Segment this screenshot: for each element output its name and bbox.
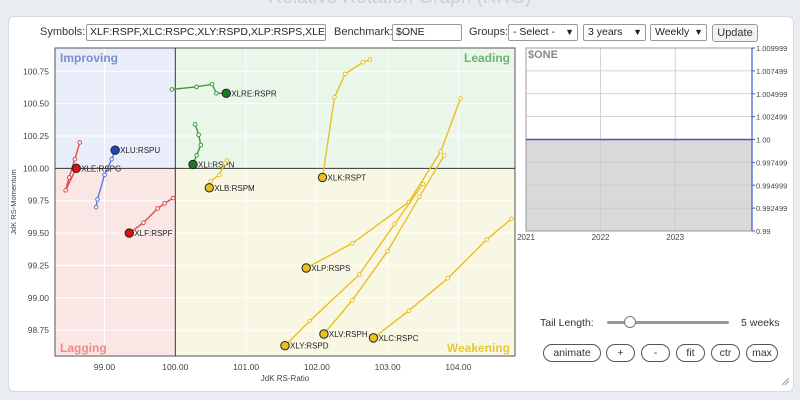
tail-point [406,308,412,314]
tail-point [385,248,390,254]
tail-label: XLF:RSPF [134,229,172,238]
tail-point [192,122,198,127]
tail-point [155,206,160,211]
tail-point [141,220,146,226]
tail-head-marker[interactable] [71,163,81,174]
tail-point [420,181,426,187]
tail-point [367,57,373,62]
tail-label: XLRE:RSPR [231,89,277,98]
tail-label: XLP:RSPS [311,264,350,273]
x-tick-label: 104.00 [445,362,471,372]
tail-label: XLI:RSPN [198,160,235,169]
y-tick-label: 100.00 [23,163,49,173]
tail-label: XLB:RSPM [214,184,255,193]
tail-head-marker[interactable] [301,263,311,273]
tail-head-marker[interactable] [204,183,214,193]
tail-head-marker[interactable] [280,340,290,351]
y-axis-label: JdK RS-Momentum [9,169,18,234]
tail-point [95,197,100,202]
tail-point [169,87,175,92]
resize-handle-icon[interactable] [780,376,790,386]
quadrant-label-weakening: Weakening [447,341,510,355]
quadrant-label-lagging: Lagging [60,341,107,355]
tail-point [307,318,313,324]
tail-point [196,132,201,138]
tail-point [66,175,72,180]
tail-point [93,204,99,210]
x-axis-label: JdK RS-Ratio [261,374,310,383]
tail-point [194,153,199,158]
tail-head-marker[interactable] [368,333,379,343]
tail-point [392,221,397,227]
quadrant-lagging [55,168,176,356]
tail-point [216,172,222,178]
tail-label: XLE:RSPG [81,164,121,173]
tail-point [72,156,78,162]
tail-head-marker[interactable] [317,172,328,183]
tail-point [458,96,463,101]
tail-point [102,172,107,178]
tail-length-value: 5 weeks [741,317,780,329]
x-tick-label: 101.00 [233,362,259,372]
max-button[interactable]: max [746,344,778,362]
x-tick-label: 102.00 [304,362,330,372]
y-tick-label: 99.75 [28,196,50,206]
tail-point [349,298,355,303]
x-tick-label: 103.00 [375,362,401,372]
tail-point [484,237,489,242]
tail-point [162,200,167,206]
tail-point [214,90,219,96]
zoom-in-button[interactable]: + [606,344,635,362]
tail-head-marker[interactable] [188,159,198,170]
tail-point [417,194,422,200]
tail-head-marker[interactable] [124,228,135,238]
zoom-out-button[interactable]: - [641,344,670,362]
tail-point [445,276,451,281]
tail-point [342,71,348,77]
rrg-chart[interactable]: Improving Leading Lagging Weakening 99.0… [0,0,800,400]
y-tick-label: 99.00 [28,293,50,303]
tail-point [198,142,204,148]
tail-point [77,140,83,145]
tail-head-marker[interactable] [110,145,120,155]
tail-label: XLK:RSPT [328,173,367,182]
quadrant-leading [175,48,516,169]
tail-point [360,59,366,65]
tail-point [357,272,362,277]
tail-point [209,81,215,87]
tail-point [194,84,199,90]
quadrant-label-improving: Improving [60,51,118,65]
tail-point [222,160,228,166]
tail-point [349,241,355,246]
y-tick-label: 99.50 [28,228,50,238]
y-tick-label: 98.75 [28,325,50,335]
tail-point [208,178,213,184]
tail-point [441,153,447,158]
quadrant-label-leading: Leading [464,51,510,65]
y-tick-label: 100.25 [23,131,49,141]
tail-point [438,149,443,154]
y-tick-label: 99.25 [28,260,50,270]
fit-button[interactable]: fit [676,344,705,362]
tail-label: XLV:RSPH [329,330,368,339]
y-tick-label: 100.75 [23,66,49,76]
x-tick-label: 99.00 [94,362,116,372]
tail-label: XLU:RSPU [120,146,160,155]
center-button[interactable]: ctr [711,344,740,362]
tail-point [509,216,514,222]
tail-label: XLC:RSPC [378,334,418,343]
tail-point [109,156,114,162]
tail-head-marker[interactable] [221,88,231,98]
tail-point [332,94,337,100]
tail-length-label: Tail Length: [540,317,594,329]
x-tick-label: 100.00 [162,362,188,372]
tail-point [170,195,176,201]
tail-head-marker[interactable] [319,329,329,339]
y-tick-label: 100.50 [23,99,49,109]
animate-button[interactable]: animate [543,344,601,362]
tail-point [63,188,68,193]
tail-label: XLY:RSPD [290,342,329,351]
